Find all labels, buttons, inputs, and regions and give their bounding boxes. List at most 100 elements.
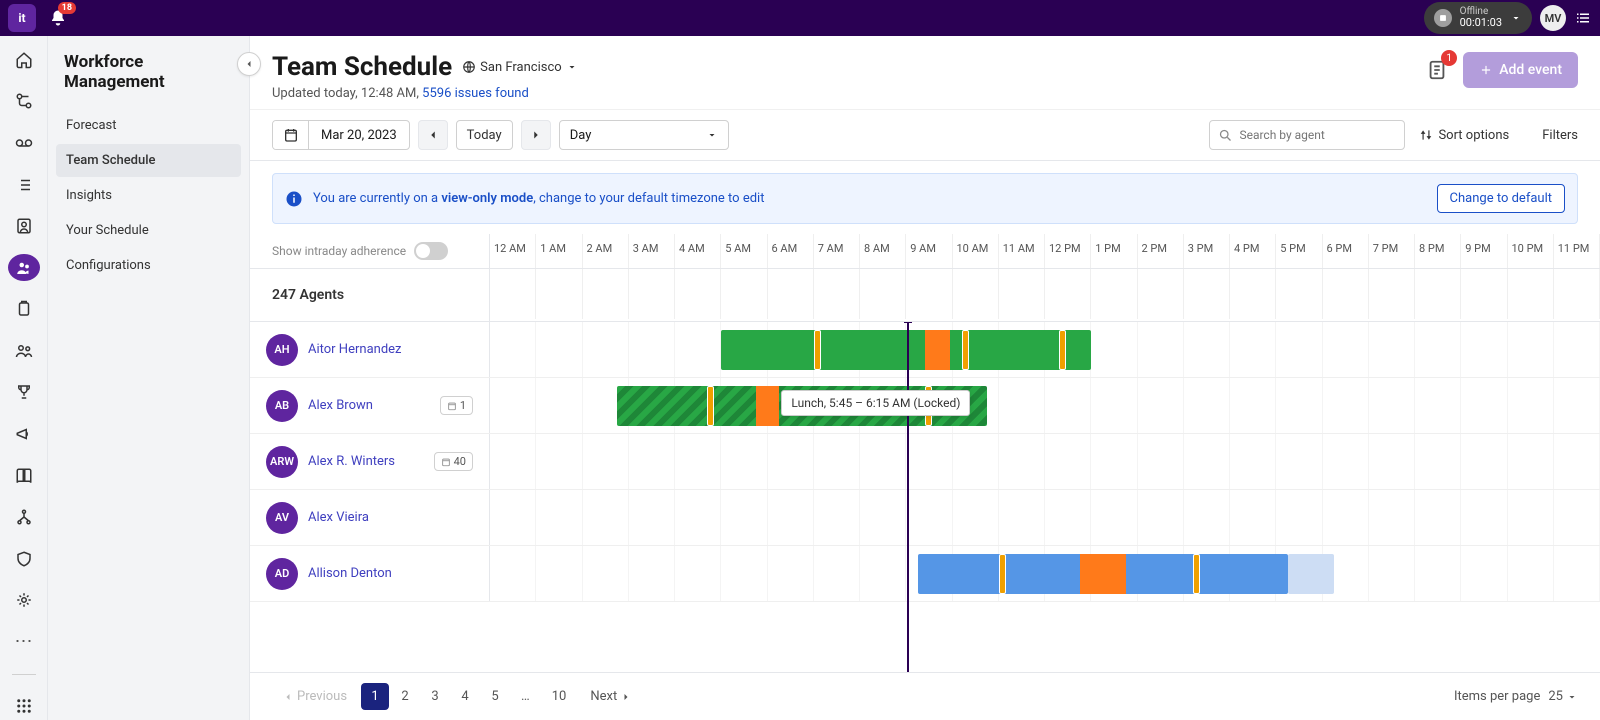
page-notification-button[interactable]: 1 bbox=[1421, 54, 1453, 86]
sort-button[interactable]: Sort options bbox=[1419, 128, 1509, 143]
rail-more[interactable]: ⋯ bbox=[8, 628, 40, 656]
agent-name[interactable]: Alex Vieira bbox=[308, 510, 473, 525]
hour-header: 5 PM bbox=[1276, 234, 1322, 268]
plus-icon bbox=[1479, 63, 1493, 77]
agent-avatar: AD bbox=[266, 558, 298, 590]
filter-icon bbox=[1523, 128, 1537, 142]
hour-header: 3 PM bbox=[1184, 234, 1230, 268]
info-banner: You are currently on a view-only mode, c… bbox=[272, 173, 1578, 224]
filter-button[interactable]: Filters bbox=[1523, 128, 1578, 143]
rail-settings-list[interactable] bbox=[8, 171, 40, 199]
schedule-lane[interactable] bbox=[490, 490, 1600, 545]
sidebar: Workforce Management ForecastTeam Schedu… bbox=[48, 36, 250, 720]
hour-header: 5 AM bbox=[721, 234, 767, 268]
agent-avatar: AH bbox=[266, 334, 298, 366]
prev-day-button[interactable] bbox=[418, 120, 448, 150]
rail-team[interactable] bbox=[8, 337, 40, 365]
hour-header: 11 AM bbox=[999, 234, 1045, 268]
adherence-label: Show intraday adherence bbox=[272, 244, 406, 258]
view-selector[interactable]: Day bbox=[559, 120, 729, 150]
sidebar-item[interactable]: Team Schedule bbox=[56, 144, 241, 177]
hour-header: 12 AM bbox=[490, 234, 536, 268]
schedule-lane[interactable]: Lunch, 5:45 – 6:15 AM (Locked) bbox=[490, 378, 1600, 433]
hour-header: 2 PM bbox=[1138, 234, 1184, 268]
items-per-page-value[interactable]: 25 bbox=[1548, 689, 1578, 704]
sort-icon bbox=[1419, 128, 1433, 142]
rail-announce[interactable] bbox=[8, 420, 40, 448]
rail-network[interactable] bbox=[8, 587, 40, 615]
page-number-button[interactable]: 2 bbox=[391, 683, 419, 710]
page-number-button[interactable]: 10 bbox=[542, 683, 577, 710]
next-page-button[interactable]: Next bbox=[580, 683, 642, 710]
agent-name[interactable]: Allison Denton bbox=[308, 566, 473, 581]
hour-header: 6 PM bbox=[1323, 234, 1369, 268]
rail-home[interactable] bbox=[8, 46, 40, 74]
menu-button[interactable] bbox=[1574, 9, 1592, 27]
next-day-button[interactable] bbox=[521, 120, 551, 150]
status-pill[interactable]: Offline 00:01:03 bbox=[1424, 2, 1532, 33]
schedule-lane[interactable] bbox=[490, 546, 1600, 601]
add-event-button[interactable]: Add event bbox=[1463, 52, 1578, 88]
status-time: 00:01:03 bbox=[1460, 17, 1502, 29]
chevron-right-icon bbox=[620, 691, 632, 703]
page-number-button[interactable]: 5 bbox=[481, 683, 509, 710]
hour-header: 4 AM bbox=[675, 234, 721, 268]
chevron-right-icon bbox=[529, 128, 543, 142]
user-avatar[interactable]: MV bbox=[1540, 5, 1566, 31]
hour-header: 1 PM bbox=[1091, 234, 1137, 268]
notifications-button[interactable]: 18 bbox=[44, 4, 72, 32]
rail-wfm[interactable] bbox=[8, 254, 40, 282]
agent-name[interactable]: Aitor Hernandez bbox=[308, 342, 473, 357]
sidebar-item[interactable]: Your Schedule bbox=[56, 214, 241, 247]
chevron-down-icon bbox=[706, 129, 718, 141]
pagination: Previous 12345…10 Next Items per page 25 bbox=[250, 672, 1600, 720]
rail-book[interactable] bbox=[8, 462, 40, 490]
sidebar-item[interactable]: Insights bbox=[56, 179, 241, 212]
chevron-down-icon bbox=[566, 61, 578, 73]
hour-header: 9 PM bbox=[1461, 234, 1507, 268]
status-icon bbox=[1434, 9, 1452, 27]
hour-header: 1 AM bbox=[536, 234, 582, 268]
page-number-button[interactable]: 4 bbox=[451, 683, 479, 710]
change-to-default-button[interactable]: Change to default bbox=[1437, 184, 1565, 213]
app-logo[interactable]: it bbox=[8, 4, 36, 32]
chevron-down-icon bbox=[1566, 691, 1578, 703]
rail-hierarchy[interactable] bbox=[8, 503, 40, 531]
updated-subtitle: Updated today, 12:48 AM, 5596 issues fou… bbox=[272, 86, 578, 101]
date-value: Mar 20, 2023 bbox=[309, 128, 409, 143]
location-name: San Francisco bbox=[480, 60, 562, 75]
sidebar-item[interactable]: Configurations bbox=[56, 249, 241, 282]
chevron-down-icon bbox=[1510, 12, 1522, 24]
rail-clipboard[interactable] bbox=[8, 295, 40, 323]
collapse-sidebar-button[interactable] bbox=[237, 52, 261, 76]
search-input[interactable] bbox=[1239, 128, 1396, 142]
adherence-toggle[interactable] bbox=[414, 242, 448, 260]
agent-name[interactable]: Alex Brown bbox=[308, 398, 430, 413]
rail-apps[interactable] bbox=[8, 693, 40, 720]
agent-name[interactable]: Alex R. Winters bbox=[308, 454, 424, 469]
search-box[interactable] bbox=[1209, 120, 1405, 150]
main: Team Schedule San Francisco Updated toda… bbox=[250, 36, 1600, 720]
page-number-button[interactable]: 3 bbox=[421, 683, 449, 710]
rail-shield[interactable] bbox=[8, 545, 40, 573]
location-selector[interactable]: San Francisco bbox=[462, 60, 578, 75]
today-button[interactable]: Today bbox=[456, 120, 513, 150]
hour-header: 2 AM bbox=[583, 234, 629, 268]
date-picker[interactable]: Mar 20, 2023 bbox=[272, 120, 410, 150]
rail-trophy[interactable] bbox=[8, 379, 40, 407]
issues-link[interactable]: 5596 issues found bbox=[422, 86, 529, 101]
sidebar-item[interactable]: Forecast bbox=[56, 109, 241, 142]
schedule-lane[interactable] bbox=[490, 322, 1600, 377]
rail-voicemail[interactable] bbox=[8, 129, 40, 157]
hour-header: 11 PM bbox=[1554, 234, 1600, 268]
prev-page-button[interactable]: Previous bbox=[272, 683, 357, 710]
page-number-button[interactable]: 1 bbox=[361, 683, 389, 710]
calendar-icon bbox=[283, 127, 299, 143]
schedule-lane[interactable] bbox=[490, 434, 1600, 489]
sidebar-heading: Workforce Management bbox=[64, 52, 233, 93]
info-icon bbox=[285, 190, 303, 208]
hour-header: 3 AM bbox=[629, 234, 675, 268]
rail-workflow[interactable] bbox=[8, 88, 40, 116]
hour-header: 8 PM bbox=[1415, 234, 1461, 268]
rail-contacts[interactable] bbox=[8, 212, 40, 240]
